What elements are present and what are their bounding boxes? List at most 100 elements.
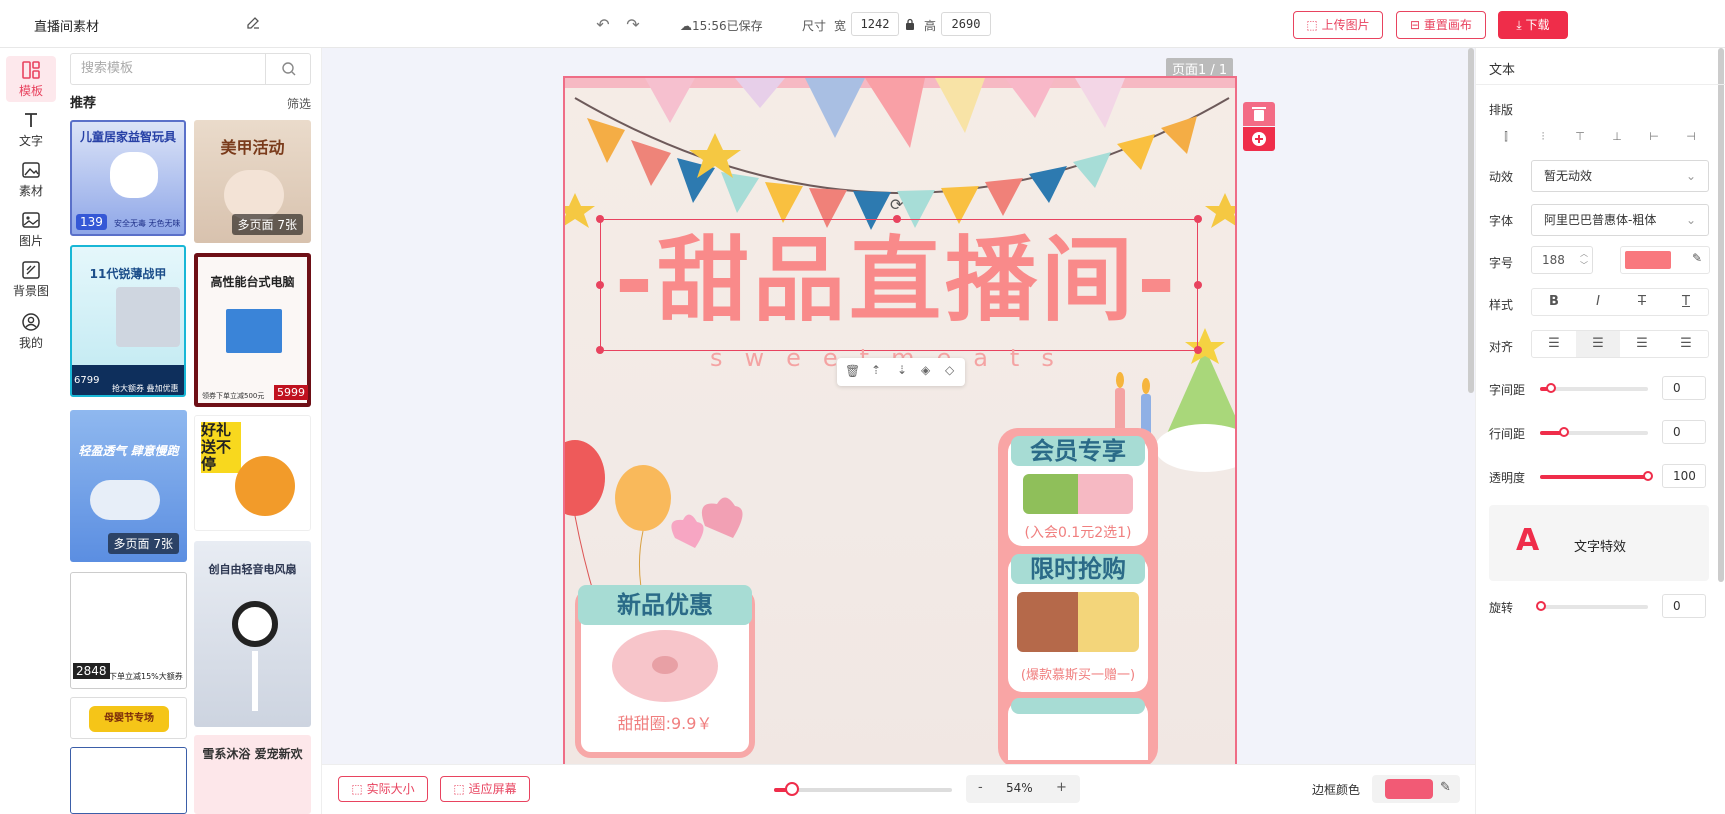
align-vcenter-icon[interactable]: ⊢ — [1647, 130, 1661, 144]
template-foot: 领券下单立减500元 — [202, 392, 265, 400]
height-label: 高 — [924, 19, 937, 33]
fit-screen-button[interactable]: ⬚ 适应屏幕 — [440, 776, 530, 802]
layer-down-icon[interactable]: ◇ — [945, 363, 954, 377]
recommend-label: 推荐 — [70, 96, 97, 111]
panel-scrollbar[interactable] — [1718, 48, 1724, 582]
template-thumb[interactable]: 高性能台式电脑 5999 领券下单立减500元 — [194, 253, 311, 407]
opacity-input[interactable]: 100 — [1662, 464, 1706, 488]
align-right-icon[interactable]: ☰ — [1620, 331, 1664, 357]
eyedropper-icon[interactable]: ✎ — [1692, 251, 1702, 265]
font-size-stepper[interactable]: ︿ ﹀ — [1580, 248, 1588, 272]
template-thumb[interactable]: 创自由轻音电风扇 — [194, 541, 311, 727]
animation-label: 动效 — [1489, 170, 1514, 184]
undo-icon[interactable]: ↶ — [594, 15, 612, 34]
template-thumb[interactable]: 好礼 送不停 — [194, 415, 311, 531]
strikethrough-button[interactable]: T — [1620, 289, 1664, 315]
template-thumb[interactable]: 2848 下单立减15%大额券 — [70, 572, 187, 689]
template-title: 11代锐薄战甲 — [89, 267, 167, 281]
italic-button[interactable]: I — [1576, 289, 1620, 315]
zoom-in-button[interactable]: + — [1056, 780, 1067, 795]
eyedropper-icon[interactable]: ✎ — [1440, 780, 1451, 795]
redo-icon[interactable]: ↷ — [624, 15, 642, 34]
template-thumb[interactable]: 轻盈透气 肆意慢跑 多页面 7张 — [70, 410, 187, 562]
lock-icon[interactable] — [905, 18, 915, 30]
border-color-swatch[interactable] — [1385, 779, 1433, 799]
search-button[interactable] — [265, 53, 311, 85]
template-thumb[interactable]: 母婴节专场 — [70, 697, 187, 739]
bring-forward-icon[interactable]: ⇡ — [871, 363, 881, 377]
canvas-scrollbar[interactable] — [1468, 48, 1474, 393]
add-page-button[interactable] — [1243, 127, 1275, 151]
actual-size-button[interactable]: ⬚ 实际大小 — [338, 776, 428, 802]
height-input[interactable]: 2690 — [941, 12, 991, 36]
rotate-knob[interactable] — [1536, 601, 1546, 611]
reset-label: 重置画布 — [1423, 18, 1472, 32]
align-left-icon[interactable]: ☰ — [1532, 331, 1576, 357]
opacity-label: 透明度 — [1489, 471, 1526, 485]
resize-handle[interactable] — [596, 215, 604, 223]
selection-box[interactable] — [600, 219, 1198, 351]
align-justify-icon[interactable]: ☰ — [1664, 331, 1708, 357]
align-right-edge-icon[interactable]: ⊣ — [1684, 130, 1698, 144]
delete-icon[interactable]: 🗑 — [845, 364, 860, 378]
template-thumb[interactable] — [70, 747, 187, 814]
align-center-icon[interactable]: ☰ — [1576, 331, 1620, 357]
template-thumb[interactable]: 儿童居家益智玩具 139 安全无毒 无色无味 — [70, 120, 186, 236]
search-input[interactable]: 搜索模板 — [70, 53, 266, 85]
coupon-card-next[interactable] — [1008, 698, 1148, 760]
align-label: 对齐 — [1489, 340, 1514, 354]
resize-handle[interactable] — [596, 346, 604, 354]
letter-spacing-input[interactable]: 0 — [1662, 376, 1706, 400]
zoom-out-button[interactable]: - — [978, 780, 983, 795]
filter-button[interactable]: 筛选 — [287, 95, 311, 112]
style-label: 样式 — [1489, 298, 1514, 312]
opacity-knob[interactable] — [1643, 471, 1653, 481]
send-backward-icon[interactable]: ⇣ — [897, 363, 907, 377]
poster-canvas[interactable]: 新品优惠 甜甜圈:9.9￥ 会员专享 (入会0.1元2选1) 限时抢购 (爆款慕… — [563, 76, 1237, 766]
rotate-input[interactable]: 0 — [1662, 594, 1706, 618]
zoom-slider[interactable] — [774, 788, 952, 792]
underline-button[interactable]: T — [1664, 289, 1708, 315]
rail-item-material[interactable]: 素材 — [6, 156, 56, 202]
align-left-edge-icon[interactable]: ⫿ — [1499, 130, 1513, 144]
delete-page-button[interactable] — [1243, 102, 1275, 126]
rail-label: 素材 — [18, 184, 43, 198]
layer-up-icon[interactable]: ◈ — [921, 363, 930, 377]
rail-item-template[interactable]: 模板 — [6, 56, 56, 102]
template-thumb[interactable]: 雪系沐浴 爱宠新欢 — [194, 735, 311, 814]
resize-handle[interactable] — [1194, 281, 1202, 289]
align-hcenter-icon[interactable]: ⫶ — [1536, 130, 1550, 144]
rail-item-text[interactable]: 文字 — [6, 106, 56, 152]
text-color-swatch[interactable] — [1625, 251, 1671, 269]
line-spacing-knob[interactable] — [1559, 427, 1569, 437]
resize-handle[interactable] — [1194, 215, 1202, 223]
bold-button[interactable]: B — [1532, 289, 1576, 315]
template-thumb[interactable]: 美甲活动 多页面 7张 — [194, 120, 311, 243]
upload-image-button[interactable]: ⬚ 上传图片 — [1293, 11, 1383, 39]
rail-item-mine[interactable]: 我的 — [6, 308, 56, 354]
material-icon — [22, 162, 40, 178]
animation-select[interactable]: 暂无动效 ⌄ — [1531, 160, 1709, 192]
rail-item-background[interactable]: 背景图 — [6, 256, 56, 302]
align-top-edge-icon[interactable]: ⊤ — [1573, 130, 1587, 144]
actual-size-label: 实际大小 — [366, 782, 415, 796]
reset-canvas-button[interactable]: ⊟ 重置画布 — [1396, 11, 1486, 39]
download-button[interactable]: ⤓ 下载 — [1498, 11, 1568, 39]
resize-handle[interactable] — [893, 215, 901, 223]
edit-icon[interactable] — [246, 16, 262, 32]
template-thumb[interactable]: 11代锐薄战甲 6799 抢大额券 叠加优惠 — [70, 245, 186, 397]
letter-spacing-knob[interactable] — [1546, 383, 1556, 393]
rail-item-image[interactable]: 图片 — [6, 206, 56, 252]
rotate-slider[interactable] — [1540, 605, 1648, 609]
letter-spacing-slider[interactable] — [1540, 387, 1648, 391]
template-price: 6799 — [74, 375, 100, 386]
width-input[interactable]: 1242 — [851, 12, 899, 36]
template-title: 母婴节专场 — [89, 706, 169, 732]
line-spacing-input[interactable]: 0 — [1662, 420, 1706, 444]
align-bottom-edge-icon[interactable]: ⊥ — [1610, 130, 1624, 144]
rotate-icon[interactable]: ⟳ — [890, 195, 910, 215]
font-select[interactable]: 阿里巴巴普惠体-粗体 ⌄ — [1531, 204, 1709, 236]
zoom-slider-knob[interactable] — [785, 782, 799, 796]
resize-handle[interactable] — [1194, 346, 1202, 354]
resize-handle[interactable] — [596, 281, 604, 289]
